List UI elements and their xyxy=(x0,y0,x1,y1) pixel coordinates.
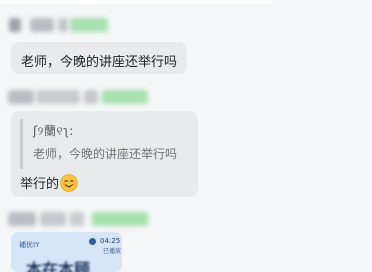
quoted-sender-name: ʃ୨蘭୧ʅ: xyxy=(33,124,74,138)
previous-message-card xyxy=(0,0,272,4)
reply-message-bubble[interactable]: ʃ୨蘭୧ʅ: 老师，今晚的讲座还举行吗 举行的 xyxy=(11,111,198,197)
smiling-face-emoji-icon xyxy=(60,174,78,192)
image-headline: 本在本顾 xyxy=(26,260,91,272)
image-message-preview[interactable]: 補优IY 04:25 已播放 本在本顾 xyxy=(11,232,122,272)
image-subtext: 已播放 xyxy=(103,248,122,255)
reply-text-line: 举行的 xyxy=(20,173,78,192)
image-time: 04:25 xyxy=(100,237,121,245)
clock-icon xyxy=(89,238,96,245)
quoted-text: 老师，今晚的讲座还举行吗 xyxy=(33,147,178,161)
image-app-label: 補优IY xyxy=(19,241,40,249)
message-bubble[interactable]: 老师，今晚的讲座还举行吗 xyxy=(11,42,187,74)
quoted-message[interactable]: ʃ୨蘭୧ʅ: 老师，今晚的讲座还举行吗 xyxy=(20,119,191,169)
reply-text: 举行的 xyxy=(20,177,60,192)
message-text: 老师，今晚的讲座还举行吗 xyxy=(21,55,178,70)
